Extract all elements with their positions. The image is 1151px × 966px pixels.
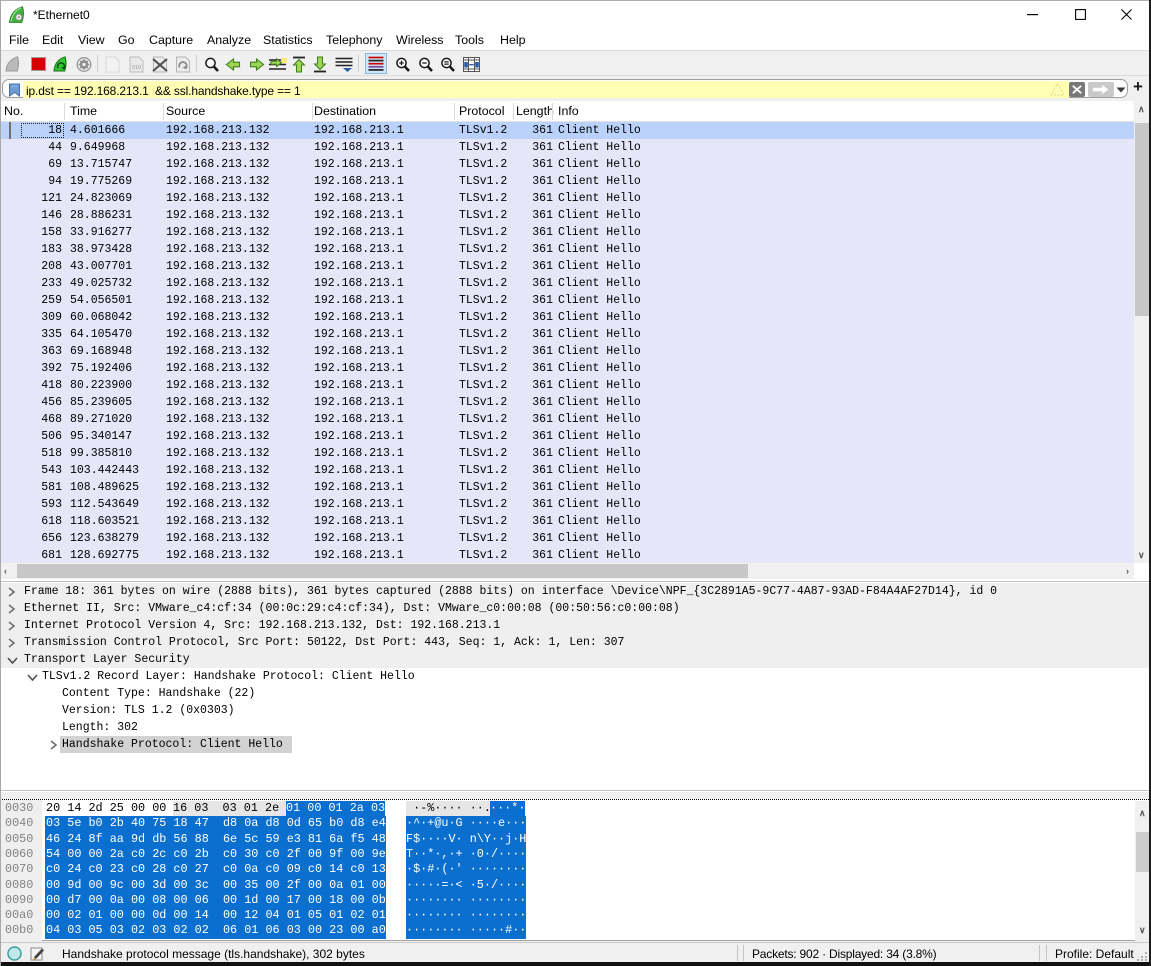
svg-text:010: 010 [132, 65, 141, 71]
